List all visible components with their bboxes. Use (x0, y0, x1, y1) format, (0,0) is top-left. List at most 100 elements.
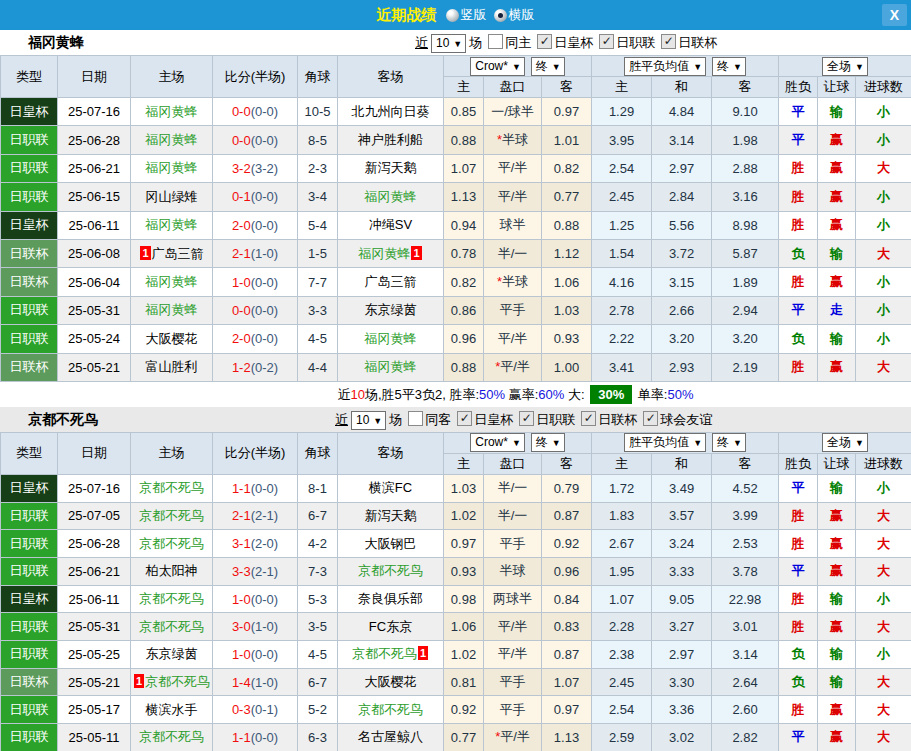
avg-final-select[interactable]: 终▼ (712, 433, 746, 452)
layout-radio-1[interactable] (446, 9, 459, 22)
home-team[interactable]: 京都不死鸟 (131, 530, 213, 558)
odds-handicap: 一/球半 (484, 98, 542, 126)
odds-away: 0.96 (542, 557, 592, 585)
close-button[interactable]: X (882, 4, 907, 26)
away-team[interactable]: FC东京 (338, 613, 444, 641)
away-team[interactable]: 横滨FC (338, 474, 444, 502)
home-team[interactable]: 福冈黄蜂 (131, 126, 213, 154)
away-team[interactable]: 福冈黄蜂 (338, 183, 444, 211)
home-team[interactable]: 福冈黄蜂 (131, 98, 213, 126)
home-team[interactable]: 富山胜利 (131, 353, 213, 381)
same-venue-checkbox[interactable] (408, 411, 423, 426)
away-team[interactable]: 北九州向日葵 (338, 98, 444, 126)
home-team[interactable]: 横滨水手 (131, 696, 213, 724)
home-team[interactable]: 福冈黄蜂 (131, 296, 213, 324)
match-type: 日联杯 (1, 239, 58, 267)
bookmaker-select[interactable]: Crow*▼ (470, 57, 525, 76)
league-checkbox-4[interactable] (643, 411, 658, 426)
avg-home-win: 1.83 (592, 502, 652, 530)
league-checkbox-2[interactable] (599, 34, 614, 49)
home-team[interactable]: 1广岛三箭 (131, 239, 213, 267)
away-team[interactable]: 福冈黄蜂 (338, 325, 444, 353)
away-team[interactable]: 大阪樱花 (338, 668, 444, 696)
result-handicap: 赢 (818, 613, 856, 641)
home-team[interactable]: 1京都不死鸟 (131, 668, 213, 696)
odds-home: 1.07 (444, 154, 484, 182)
away-team[interactable]: 冲绳SV (338, 211, 444, 239)
home-team[interactable]: 京都不死鸟 (131, 613, 213, 641)
league-checkbox-1[interactable] (537, 34, 552, 49)
bookmaker-select[interactable]: Crow*▼ (470, 433, 525, 452)
league-checkbox-2[interactable] (519, 411, 534, 426)
avg-home-win: 2.54 (592, 154, 652, 182)
column-header: 客 (542, 453, 592, 474)
layout-radio-2[interactable] (494, 9, 507, 22)
odds-final-select[interactable]: 终▼ (531, 57, 565, 76)
odds-away: 1.06 (542, 268, 592, 296)
section-filters: 近10▼场同客日皇杯日职联日联杯球会友谊 (335, 407, 712, 432)
odds-away: 0.87 (542, 641, 592, 669)
column-header: 类型 (1, 56, 58, 98)
fulltime-score: 3-2 (232, 161, 251, 176)
home-team[interactable]: 柏太阳神 (131, 557, 213, 585)
match-date: 25-05-21 (58, 353, 131, 381)
away-team[interactable]: 京都不死鸟1 (338, 641, 444, 669)
away-team-name: 新泻天鹅 (365, 508, 417, 523)
home-team[interactable]: 福冈黄蜂 (131, 154, 213, 182)
same-venue-checkbox[interactable] (488, 34, 503, 49)
away-team[interactable]: 名古屋鲸八 (338, 724, 444, 751)
score: 0-0(0-0) (213, 296, 298, 324)
avg-draw: 3.36 (652, 696, 712, 724)
away-team[interactable]: 大阪钢巴 (338, 530, 444, 558)
column-header: 进球数 (856, 77, 911, 98)
column-header: 主 (592, 77, 652, 98)
odds-away: 1.07 (542, 668, 592, 696)
home-team[interactable]: 东京绿茵 (131, 641, 213, 669)
home-team[interactable]: 大阪樱花 (131, 325, 213, 353)
away-team[interactable]: 福冈黄蜂1 (338, 239, 444, 267)
away-team[interactable]: 广岛三箭 (338, 268, 444, 296)
score: 1-2(0-2) (213, 353, 298, 381)
recent-label[interactable]: 近 (415, 35, 428, 50)
league-checkbox-1[interactable] (457, 411, 472, 426)
league-checkbox-3[interactable] (661, 34, 676, 49)
column-header: 让球 (818, 453, 856, 474)
recent-label[interactable]: 近 (335, 412, 348, 427)
scope-select[interactable]: 全场▼ (822, 57, 868, 76)
away-team[interactable]: 东京绿茵 (338, 296, 444, 324)
avg-away-win: 8.98 (712, 211, 779, 239)
home-team[interactable]: 冈山绿雉 (131, 183, 213, 211)
away-team[interactable]: 神户胜利船 (338, 126, 444, 154)
scope-select[interactable]: 全场▼ (822, 433, 868, 452)
league-checkbox-3[interactable] (581, 411, 596, 426)
summary-text: 60% (538, 387, 564, 402)
home-team[interactable]: 福冈黄蜂 (131, 268, 213, 296)
column-header: 和 (652, 77, 712, 98)
away-team[interactable]: 京都不死鸟 (338, 696, 444, 724)
away-team[interactable]: 奈良俱乐部 (338, 585, 444, 613)
odds-final-select[interactable]: 终▼ (531, 433, 565, 452)
away-team[interactable]: 京都不死鸟 (338, 557, 444, 585)
match-count-select[interactable]: 10▼ (351, 411, 386, 430)
match-count-select[interactable]: 10▼ (431, 34, 466, 53)
column-header: 主 (444, 453, 484, 474)
home-team[interactable]: 京都不死鸟 (131, 724, 213, 751)
result-outcome: 平 (779, 296, 818, 324)
avg-final-select[interactable]: 终▼ (712, 57, 746, 76)
home-team[interactable]: 京都不死鸟 (131, 585, 213, 613)
avg-select[interactable]: 胜平负均值▼ (624, 433, 706, 452)
away-team[interactable]: 福冈黄蜂 (338, 353, 444, 381)
avg-select[interactable]: 胜平负均值▼ (624, 57, 706, 76)
match-count-select-value: 10 (356, 413, 369, 427)
handicap-text: 半球 (502, 132, 528, 147)
match-date: 25-06-21 (58, 154, 131, 182)
result-outcome: 胜 (779, 154, 818, 182)
corners: 4-5 (298, 325, 338, 353)
home-team[interactable]: 京都不死鸟 (131, 502, 213, 530)
away-team[interactable]: 新泻天鹅 (338, 154, 444, 182)
away-team[interactable]: 新泻天鹅 (338, 502, 444, 530)
match-date: 25-05-17 (58, 696, 131, 724)
home-team[interactable]: 京都不死鸟 (131, 474, 213, 502)
match-date: 25-06-11 (58, 585, 131, 613)
home-team[interactable]: 福冈黄蜂 (131, 211, 213, 239)
